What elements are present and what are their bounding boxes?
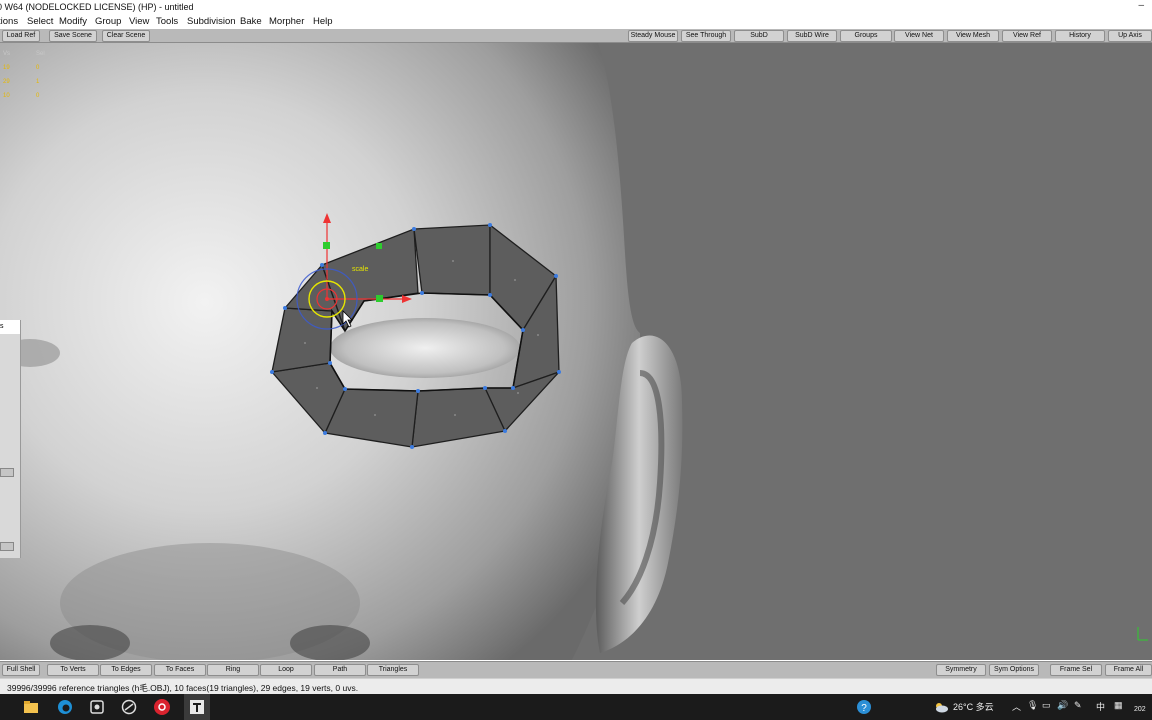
see-through-button[interactable]: See Through xyxy=(681,30,731,42)
menu-options[interactable]: tions xyxy=(0,16,18,27)
app-icon[interactable] xyxy=(88,698,106,716)
menu-bar: tions Select Modify Group View Tools Sub… xyxy=(0,15,1152,29)
stats-overlay: Vs Sel 19 0 29 1 10 0 xyxy=(0,47,66,103)
full-shell-button[interactable]: Full Shell xyxy=(2,664,40,676)
menu-view[interactable]: View xyxy=(129,16,149,27)
weather-text[interactable]: 26°C 多云 xyxy=(953,700,994,713)
sym-options-button[interactable]: Sym Options xyxy=(989,664,1039,676)
menu-select[interactable]: Select xyxy=(27,16,53,27)
axis-indicator-icon xyxy=(1137,627,1148,641)
netease-music-icon[interactable] xyxy=(153,698,171,716)
window-title: 0 W64 (NODELOCKED LICENSE) (HP) - untitl… xyxy=(0,2,194,12)
taskbar: ? 26°C 多云 ︿ 🎙 ▭ 🔊 ✎ 中 ▦ 202 xyxy=(0,694,1152,720)
tray-chevron-icon[interactable]: ︿ xyxy=(1012,700,1021,713)
stats-value: 1 xyxy=(36,79,40,85)
subd-wire-button[interactable]: SubD Wire xyxy=(787,30,837,42)
load-ref-button[interactable]: Load Ref xyxy=(2,30,40,42)
frame-all-button[interactable]: Frame All xyxy=(1105,664,1152,676)
bottom-toolbar: Full Shell To Verts To Edges To Faces Ri… xyxy=(0,661,1152,678)
to-faces-button[interactable]: To Faces xyxy=(154,664,206,676)
stats-value: 19 xyxy=(3,65,10,71)
viewport-canvas[interactable]: scale xyxy=(0,43,1152,660)
view-net-button[interactable]: View Net xyxy=(894,30,944,42)
side-panel-field[interactable] xyxy=(0,468,14,477)
side-panel-tab[interactable]: s xyxy=(0,320,20,334)
clock-date[interactable]: 202 xyxy=(1134,706,1146,713)
menu-bake[interactable]: Bake xyxy=(240,16,262,27)
app-icon[interactable] xyxy=(120,698,138,716)
pen-icon[interactable]: ✎ xyxy=(1074,700,1082,711)
topogun-icon[interactable] xyxy=(188,698,206,716)
path-button[interactable]: Path xyxy=(314,664,366,676)
side-panel-field[interactable] xyxy=(0,542,14,551)
menu-subdivision[interactable]: Subdivision xyxy=(187,16,236,27)
top-toolbar: Load Ref Save Scene Clear Scene Steady M… xyxy=(0,29,1152,43)
menu-help[interactable]: Help xyxy=(313,16,333,27)
network-icon[interactable]: ▭ xyxy=(1042,700,1051,711)
triangles-button[interactable]: Triangles xyxy=(367,664,419,676)
calendar-icon[interactable]: ▦ xyxy=(1114,700,1123,711)
help-icon[interactable]: ? xyxy=(855,698,873,716)
minimize-button[interactable]: – xyxy=(1138,0,1144,11)
stats-header-verts: Vs xyxy=(3,51,11,57)
title-bar: 0 W64 (NODELOCKED LICENSE) (HP) - untitl… xyxy=(0,0,1152,15)
menu-modify[interactable]: Modify xyxy=(59,16,87,27)
stats-value: 10 xyxy=(3,93,10,99)
save-scene-button[interactable]: Save Scene xyxy=(49,30,97,42)
loop-button[interactable]: Loop xyxy=(260,664,312,676)
explorer-icon[interactable] xyxy=(22,698,40,716)
stats-header-sel: Sel xyxy=(36,51,45,57)
svg-text:?: ? xyxy=(861,703,867,714)
viewport-3d[interactable]: scale xyxy=(0,43,1152,660)
menu-group[interactable]: Group xyxy=(95,16,121,27)
history-button[interactable]: History xyxy=(1055,30,1105,42)
edge-browser-icon[interactable] xyxy=(56,698,74,716)
clear-scene-button[interactable]: Clear Scene xyxy=(102,30,150,42)
view-mesh-button[interactable]: View Mesh xyxy=(947,30,999,42)
menu-morpher[interactable]: Morpher xyxy=(269,16,304,27)
microphone-icon[interactable]: 🎙 xyxy=(1027,700,1038,711)
symmetry-button[interactable]: Symmetry xyxy=(936,664,986,676)
up-axis-button[interactable]: Up Axis xyxy=(1108,30,1152,42)
side-panel[interactable]: s xyxy=(0,320,21,558)
stats-value: 0 xyxy=(36,93,40,99)
menu-tools[interactable]: Tools xyxy=(156,16,178,27)
volume-icon[interactable]: 🔊 xyxy=(1057,700,1068,711)
weather-cloud-icon xyxy=(936,703,948,713)
status-bar: 39996/39996 reference triangles (h毛.OBJ)… xyxy=(0,678,1152,695)
subd-button[interactable]: SubD xyxy=(734,30,784,42)
status-text: 39996/39996 reference triangles (h毛.OBJ)… xyxy=(7,683,359,693)
stats-value: 0 xyxy=(36,65,40,71)
to-verts-button[interactable]: To Verts xyxy=(47,664,99,676)
frame-sel-button[interactable]: Frame Sel xyxy=(1050,664,1102,676)
ring-button[interactable]: Ring xyxy=(207,664,259,676)
stats-value: 29 xyxy=(3,79,10,85)
to-edges-button[interactable]: To Edges xyxy=(100,664,152,676)
groups-button[interactable]: Groups xyxy=(840,30,892,42)
gizmo-label: scale xyxy=(352,266,368,273)
steady-mouse-button[interactable]: Steady Mouse xyxy=(628,30,678,42)
ime-indicator[interactable]: 中 xyxy=(1096,700,1105,713)
view-ref-button[interactable]: View Ref xyxy=(1002,30,1052,42)
